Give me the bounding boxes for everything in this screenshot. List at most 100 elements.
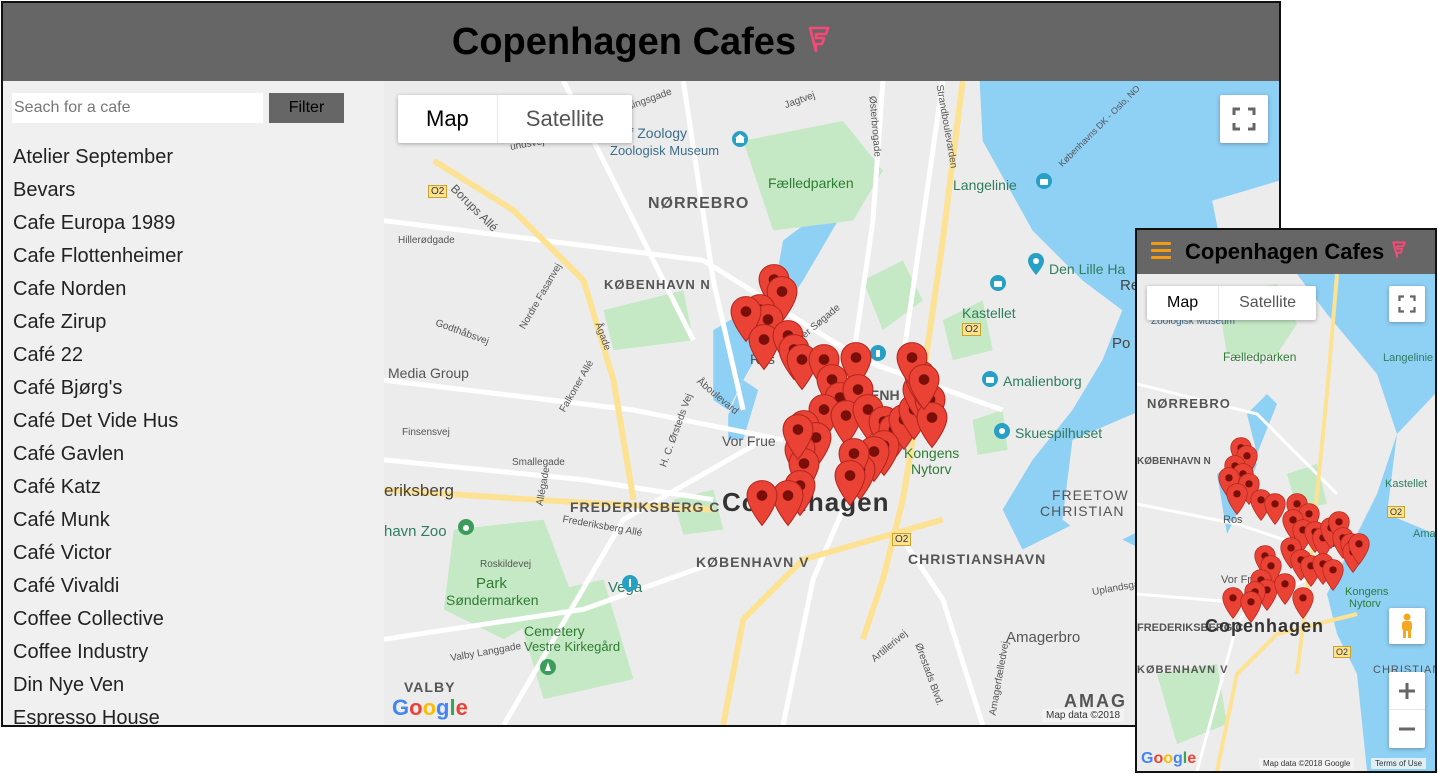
- map-label-road6: Smallegade: [512, 457, 565, 468]
- map-label-frederiksberg-c: FREDERIKSBERG C: [570, 499, 721, 515]
- app-header: Copenhagen Cafes: [1137, 230, 1435, 274]
- map[interactable]: n of Zoology Zoologisk Museum Fælledpark…: [1137, 274, 1435, 771]
- cafe-marker-icon[interactable]: [746, 479, 778, 532]
- map-label-norrebro: NØRREBRO: [648, 195, 750, 212]
- cafe-marker-icon[interactable]: [1240, 590, 1262, 629]
- map-attribution: Map data ©2018 Google: [1259, 758, 1355, 769]
- cafe-list-item[interactable]: Cafe Europa 1989: [13, 207, 183, 240]
- map-label-kobenhavn-v: KØBENHAVN V: [696, 554, 810, 570]
- map-label-zoo: havn Zoo: [384, 523, 447, 540]
- desktop-view: Copenhagen Cafes Filter Atelier Septembe…: [1, 1, 1281, 727]
- map-type-satellite-button[interactable]: Satellite: [496, 95, 632, 143]
- map-label-freetown: FREETOW: [1052, 487, 1129, 503]
- map-label-zoologisk: Zoologisk Museum: [610, 143, 720, 158]
- map-label-skuespilhuset: Skuespilhuset: [1015, 425, 1103, 441]
- fullscreen-button[interactable]: [1220, 95, 1268, 143]
- cafe-list-item[interactable]: Café 22: [13, 339, 183, 372]
- street-view-pegman[interactable]: [1389, 608, 1425, 644]
- map-label-kobenhavn-n: KØBENHAVN N: [604, 277, 711, 292]
- route-shield: O2: [1333, 646, 1352, 658]
- map-type-satellite-button[interactable]: Satellite: [1218, 286, 1316, 320]
- map-attribution: Map data ©2018: [1042, 709, 1125, 722]
- app-title: Copenhagen Cafes: [1185, 239, 1385, 264]
- map-label-kastellet: Kastellet: [1385, 478, 1428, 490]
- cafe-list-item[interactable]: Café Det Vide Hus: [13, 405, 183, 438]
- cafe-list-item[interactable]: Espresso House: [13, 702, 183, 725]
- cafe-list-item[interactable]: Café Gavlen: [13, 438, 183, 471]
- cafe-list: Atelier September Bevars Cafe Europa 198…: [13, 141, 183, 725]
- map-label-road5: Finsensvej: [402, 427, 450, 438]
- cafe-list-item[interactable]: Cafe Zirup: [13, 306, 183, 339]
- cafe-list-item[interactable]: Cafe Norden: [13, 273, 183, 306]
- zoom-in-button[interactable]: [1389, 673, 1425, 710]
- zoo-icon: [458, 519, 474, 540]
- search-row: Filter: [12, 93, 344, 123]
- map-label-faelledparken: Fælledparken: [1223, 350, 1297, 364]
- map-label-norrebro: NØRREBRO: [1147, 396, 1231, 411]
- cafe-list-item[interactable]: Café Katz: [13, 471, 183, 504]
- app-header: Copenhagen Cafes: [3, 3, 1279, 81]
- map-label-christiania: CHRISTIAN: [1040, 503, 1125, 519]
- route-shield: O2: [962, 323, 982, 336]
- cafe-marker-icon[interactable]: [834, 459, 866, 512]
- cafe-list-item[interactable]: Café Bjørg's: [13, 372, 183, 405]
- map-label-valby: VALBY: [404, 679, 456, 695]
- map-label-kongens: Kongens: [1345, 586, 1389, 598]
- google-logo: Google: [392, 695, 468, 720]
- fullscreen-icon: [1232, 107, 1256, 131]
- cafe-list-item[interactable]: Café Vivaldi: [13, 570, 183, 603]
- fullscreen-button[interactable]: [1389, 286, 1425, 322]
- sidebar: Filter Atelier September Bevars Cafe Eur…: [3, 81, 384, 725]
- map-label-amagerbro: Amagerbro: [1006, 629, 1081, 646]
- cafe-list-item[interactable]: Atelier September: [13, 141, 183, 174]
- cafe-marker-icon[interactable]: [1348, 532, 1370, 571]
- map-type-control: Map Satellite: [398, 95, 633, 143]
- zoom-control: [1389, 672, 1425, 748]
- map-label-sondermarken: Søndermarken: [446, 592, 539, 608]
- landmark-icon: [1028, 253, 1044, 280]
- camera-icon: [990, 275, 1006, 296]
- zoom-out-button[interactable]: [1389, 710, 1425, 747]
- hamburger-menu-icon[interactable]: [1151, 242, 1171, 260]
- map-label-kobenhavn-v: KØBENHAVN V: [1137, 664, 1229, 676]
- map-label-den-lille: Den Lille Ha: [1049, 261, 1126, 277]
- terms-link[interactable]: Terms of Use: [1371, 758, 1427, 769]
- map-label-langelinie: Langelinie: [1383, 352, 1434, 364]
- cafe-marker-icon[interactable]: [908, 363, 940, 416]
- cafe-list-item[interactable]: Café Victor: [13, 537, 183, 570]
- plus-icon: [1399, 683, 1415, 699]
- map-label-amalienborg: Amalienborg: [1003, 373, 1082, 389]
- cafe-list-item[interactable]: Coffee Industry: [13, 636, 183, 669]
- search-input[interactable]: [12, 93, 263, 123]
- cafe-list-item[interactable]: Cafe Flottenheimer: [13, 240, 183, 273]
- cafe-list-item[interactable]: Bevars: [13, 174, 183, 207]
- map-type-map-button[interactable]: Map: [398, 95, 497, 143]
- map-label-media-group: Media Group: [388, 365, 469, 381]
- app-title: Copenhagen Cafes: [451, 20, 797, 63]
- camera-icon: [982, 371, 998, 392]
- minus-icon: [1399, 727, 1415, 730]
- map-label-cemetery: Cemetery: [524, 623, 585, 639]
- map-label-frederiksberg: eriksberg: [384, 481, 454, 500]
- map-label-amalienborg: Amalienborg: [1413, 528, 1435, 540]
- map-label-kobenhavn-n: KØBENHAVN N: [1137, 456, 1211, 467]
- filter-button[interactable]: Filter: [269, 93, 344, 123]
- cafe-marker-icon[interactable]: [1274, 572, 1296, 611]
- cafe-list-item[interactable]: Café Munk: [13, 504, 183, 537]
- cafe-marker-icon[interactable]: [782, 413, 814, 466]
- camera-icon: [1036, 173, 1052, 194]
- map-label-park: Park: [476, 575, 507, 592]
- map-label-faelledparken: Fælledparken: [768, 175, 854, 191]
- map-type-control: Map Satellite: [1147, 286, 1317, 320]
- pegman-icon: [1402, 613, 1412, 638]
- route-shield: O2: [1387, 506, 1406, 518]
- map-label-vor-frue: Vor Frue: [722, 433, 776, 449]
- cafe-marker-icon[interactable]: [1322, 558, 1344, 597]
- map-label-christianshavn: CHRISTIANSHAVN: [908, 551, 1047, 567]
- route-shield: O2: [892, 533, 912, 546]
- cafe-marker-icon[interactable]: [1226, 482, 1248, 521]
- cafe-list-item[interactable]: Coffee Collective: [13, 603, 183, 636]
- map-type-map-button[interactable]: Map: [1147, 286, 1218, 320]
- map-label-vestre: Vestre Kirkegård: [524, 639, 621, 654]
- cafe-list-item[interactable]: Din Nye Ven: [13, 669, 183, 702]
